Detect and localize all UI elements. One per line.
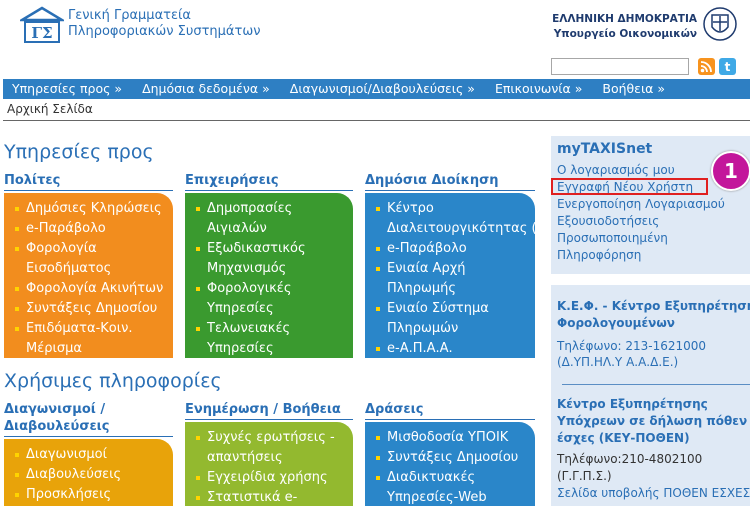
list-item[interactable]: Κέντρο [375, 199, 529, 219]
column-underline [185, 419, 353, 420]
list-item-continued[interactable]: Διαλειτουργικότητας (Κ [375, 219, 535, 239]
heading-line: Διαβουλεύσεις [4, 419, 110, 434]
nav-item-contact[interactable]: Επικοινωνία » [485, 79, 592, 99]
list-item[interactable]: Συντάξεις Δημοσίου [375, 448, 529, 468]
list-item[interactable]: Συντάξεις Δημοσίου [14, 299, 167, 319]
link-authorizations[interactable]: Εξουσιοδοτήσεις [557, 214, 659, 230]
column-heading-citizens[interactable]: Πολίτες [4, 172, 60, 189]
list-item[interactable]: e-Παράβολο [375, 239, 529, 259]
search-input[interactable] [551, 58, 689, 75]
kef-title-line2: Φορολογουμένων [557, 316, 675, 330]
list-item[interactable]: Δημόσιες Κληρώσεις [14, 199, 167, 219]
list-item-continued[interactable]: Υπηρεσίες [195, 339, 347, 358]
nav-item-services[interactable]: Υπηρεσίες προς » [3, 79, 132, 99]
list-item[interactable]: Μισθοδοσία ΥΠΟΙΚ [375, 428, 529, 448]
poth-org: (Γ.Γ.Π.Σ.) [557, 469, 612, 483]
column-underline [4, 190, 173, 191]
kef-org: (Δ.ΥΠ.ΗΛ.Υ Α.Α.Δ.Ε.) [557, 355, 679, 369]
site-header: ΓΣ Γενική Γραμματεία Πληροφοριακών Συστη… [0, 0, 750, 80]
list-item[interactable]: Επιδόματα-Κοιν. [14, 319, 167, 339]
list-item-continued[interactable]: Υπηρεσίες [195, 299, 347, 319]
list-item-continued[interactable]: απαντήσεις [195, 448, 347, 468]
list-item[interactable]: Εξωδικαστικός [195, 239, 347, 259]
poth-title-line2: Υπόχρεων σε δήλωση πόθεν [557, 414, 748, 428]
list-item[interactable]: Στατιστικά e- [195, 488, 347, 506]
column-heading-actions[interactable]: Δράσεις [365, 401, 423, 418]
gov-name-line2: Υπουργείο Οικονομικών [553, 28, 697, 40]
svg-text:ΓΣ: ΓΣ [31, 24, 52, 42]
org-name[interactable]: Γενική Γραμματεία Πληροφοριακών Συστημάτ… [68, 8, 260, 40]
link-personalized-info[interactable]: Προσωποποιημένη [557, 231, 668, 247]
greek-emblem-icon [703, 7, 737, 41]
info-help-box: Συχνές ερωτήσεις - απαντήσεις Εγχειρίδια… [185, 422, 353, 506]
nav-item-tenders[interactable]: Διαγωνισμοί/Διαβουλεύσεις » [280, 79, 485, 99]
useful-info-title: Χρήσιμες πληροφορίες [4, 370, 222, 392]
highlight-box [551, 178, 708, 195]
list-item[interactable]: Προσκλήσεις [14, 485, 167, 505]
list-item[interactable]: e-Α.Π.Α.Α. [375, 339, 529, 358]
list-item-continued[interactable]: Υπηρεσίες-Web [375, 488, 529, 506]
poth-title-line3: έσχες (ΚΕΥ-ΠΟΘΕΝ) [557, 431, 690, 445]
column-underline [365, 419, 535, 420]
services-title: Υπηρεσίες προς [4, 141, 154, 163]
list-item-continued[interactable]: Πληρωμών [375, 319, 529, 339]
link-my-account[interactable]: Ο λογαριασμός μου [557, 163, 675, 179]
nav-item-help[interactable]: Βοήθεια » [592, 79, 675, 99]
column-heading-tenders[interactable]: Διαγωνισμοί / Διαβουλεύσεις [4, 401, 109, 435]
tenders-box: Διαγωνισμοί Διαβουλεύσεις Προσκλήσεις [4, 439, 173, 506]
list-item-continued[interactable]: Μηχανισμός [195, 259, 347, 279]
gsis-logo-icon[interactable]: ΓΣ [20, 6, 64, 44]
businesses-box: Δημοπρασίες Αιγιαλών Εξωδικαστικός Μηχαν… [185, 193, 353, 358]
list-item[interactable]: Διαβουλεύσεις [14, 465, 167, 485]
step-badge: 1 [711, 151, 750, 191]
poth-title-line1: Κέντρο Εξυπηρέτησης [557, 397, 708, 411]
org-name-line2: Πληροφοριακών Συστημάτων [68, 24, 261, 39]
list-item[interactable]: Διαδικτυακές [375, 468, 529, 488]
citizens-box: Δημόσιες Κληρώσεις e-Παράβολο Φορολογία … [4, 193, 173, 358]
link-account-activation[interactable]: Ενεργοποίηση Λογαριασμού [557, 197, 725, 213]
list-item[interactable]: Τελωνειακές [195, 319, 347, 339]
mytaxisnet-title: myTAXISnet [557, 141, 653, 157]
list-item[interactable]: Φορολογία Ακινήτων [14, 279, 167, 299]
breadcrumb[interactable]: Αρχική Σελίδα [7, 102, 93, 116]
main-nav: Υπηρεσίες προς » Δημόσια δεδομένα » Διαγ… [3, 79, 750, 99]
list-item-continued[interactable]: Αιγιαλών [195, 219, 347, 239]
column-underline [365, 190, 535, 191]
list-item[interactable]: Φορολογικές [195, 279, 347, 299]
column-heading-public-admin[interactable]: Δημόσια Διοίκηση [365, 172, 498, 189]
public-admin-box: Κέντρο Διαλειτουργικότητας (Κ e-Παράβολο… [365, 193, 535, 358]
poth-submission-link[interactable]: Σελίδα υποβολής ΠΟΘΕΝ ΕΣΧΕΣ [557, 485, 750, 501]
org-name-line1: Γενική Γραμματεία [68, 8, 191, 23]
actions-box: Μισθοδοσία ΥΠΟΙΚ Συντάξεις Δημοσίου Διαδ… [365, 422, 535, 506]
list-item-continued[interactable]: Μέρισμα [14, 339, 167, 358]
list-item[interactable]: Διαγωνισμοί [14, 445, 167, 465]
link-personalized-info-cont[interactable]: Πληροφόρηση [557, 248, 641, 264]
list-item-continued[interactable]: Εισοδήματος [14, 259, 167, 279]
nav-item-public-data[interactable]: Δημόσια δεδομένα » [132, 79, 280, 99]
kef-title-line1: Κ.Ε.Φ. - Κέντρο Εξυπηρέτησης [557, 299, 750, 313]
gov-name-line1: ΕΛΛΗΝΙΚΗ ΔΗΜΟΚΡΑΤΙΑ [552, 13, 697, 25]
list-item[interactable]: Δημοπρασίες [195, 199, 347, 219]
column-heading-businesses[interactable]: Επιχειρήσεις [185, 172, 279, 189]
list-item[interactable]: Εγχειρίδια χρήσης [195, 468, 347, 488]
kef-phone: Τηλέφωνο: 213-1621000 [557, 339, 707, 353]
list-item[interactable]: Ενιαίο Σύστημα [375, 299, 529, 319]
government-name: ΕΛΛΗΝΙΚΗ ΔΗΜΟΚΡΑΤΙΑ Υπουργείο Οικονομικώ… [552, 12, 697, 42]
poth-phone: Τηλέφωνο:210-4802100 [557, 452, 703, 466]
twitter-icon[interactable]: t [719, 58, 736, 75]
list-item-continued[interactable]: Πληρωμής [375, 279, 529, 299]
list-item[interactable]: Συχνές ερωτήσεις - [195, 428, 347, 448]
list-item[interactable]: e-Παράβολο [14, 219, 167, 239]
column-underline [4, 436, 173, 437]
sidebar-divider [562, 384, 750, 385]
column-underline [185, 190, 353, 191]
column-heading-info-help[interactable]: Ενημέρωση / Βοήθεια [185, 401, 341, 418]
heading-line: Διαγωνισμοί / [4, 402, 106, 417]
list-item[interactable]: Ενιαία Αρχή [375, 259, 529, 279]
rss-icon[interactable] [698, 58, 715, 75]
svg-text:t: t [725, 60, 731, 74]
list-item[interactable]: Φορολογία [14, 239, 167, 259]
breadcrumb-divider [3, 120, 750, 121]
